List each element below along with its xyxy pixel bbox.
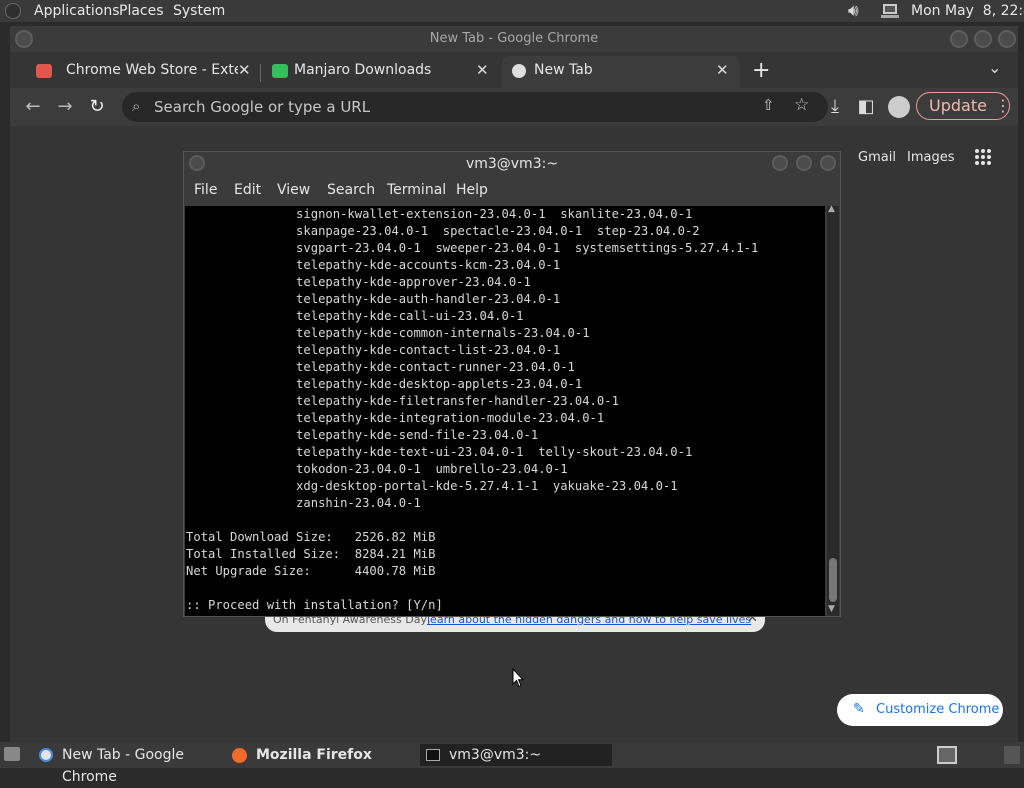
pencil-icon: ✎	[853, 701, 865, 717]
profile-avatar-icon[interactable]	[888, 96, 910, 118]
window-menu-icon[interactable]	[15, 30, 33, 48]
terminal-menubar: File Edit View Search Terminal Help	[184, 176, 840, 206]
tab-new-tab[interactable]: New Tab ✕	[502, 56, 740, 88]
omnibox[interactable]: ⌕ Search Google or type a URL ⇧ ☆	[122, 92, 828, 122]
close-tab-icon[interactable]: ✕	[716, 56, 729, 84]
reload-icon[interactable]: ↻	[84, 94, 110, 120]
images-link[interactable]: Images	[907, 150, 955, 165]
tab-strip: Chrome Web Store - Extensio ✕ Manjaro Do…	[10, 52, 1018, 88]
taskbar-item-firefox[interactable]: Mozilla Firefox	[226, 744, 416, 766]
window-menu-icon[interactable]	[189, 155, 205, 171]
more-menu-icon: ⋮	[995, 96, 1011, 115]
menu-system[interactable]: System	[173, 3, 225, 19]
share-icon[interactable]: ⇧	[762, 96, 775, 114]
menu-search[interactable]: Search	[327, 182, 375, 198]
tab-chrome-web-store[interactable]: Chrome Web Store - Extensio ✕	[20, 56, 258, 88]
menu-edit[interactable]: Edit	[234, 182, 261, 198]
clock[interactable]: Mon May 8, 22:46	[911, 3, 1024, 19]
manjaro-logo-icon[interactable]	[5, 3, 21, 19]
maximize-icon[interactable]	[974, 30, 992, 48]
terminal-text: signon-kwallet-extension-23.04.0-1 skanl…	[186, 207, 759, 612]
back-icon[interactable]: ←	[20, 94, 46, 120]
terminal-icon	[426, 749, 440, 761]
tab-label: New Tab	[534, 62, 593, 78]
terminal-output[interactable]: signon-kwallet-extension-23.04.0-1 skanl…	[185, 206, 825, 616]
tab-label: Manjaro Downloads	[294, 62, 432, 78]
mouse-cursor-icon	[512, 667, 525, 692]
close-window-icon[interactable]	[998, 30, 1016, 48]
chrome-web-store-icon	[36, 64, 52, 78]
workspace-switcher-icon[interactable]	[937, 746, 957, 764]
terminal-title: vm3@vm3:~	[465, 156, 559, 172]
tab-label: Chrome Web Store - Extensio	[66, 62, 238, 78]
trash-icon[interactable]	[1004, 746, 1020, 764]
minimize-icon[interactable]	[950, 30, 968, 48]
customize-chrome-button[interactable]: ✎ Customize Chrome	[837, 694, 1003, 726]
chrome-window-titlebar[interactable]: New Tab - Google Chrome	[10, 26, 1018, 52]
taskbar-label: New Tab - Google Chrome	[62, 747, 185, 785]
scrollbar-thumb[interactable]	[829, 558, 837, 602]
omnibox-placeholder: Search Google or type a URL	[154, 98, 371, 116]
show-desktop-icon[interactable]	[4, 747, 20, 761]
terminal-titlebar[interactable]: vm3@vm3:~	[184, 152, 840, 176]
maximize-icon[interactable]	[796, 155, 812, 171]
chrome-icon	[39, 748, 53, 762]
minimize-icon[interactable]	[772, 155, 788, 171]
network-icon[interactable]	[880, 2, 900, 20]
manjaro-icon	[272, 64, 288, 78]
menu-applications[interactable]: Applications	[34, 3, 120, 19]
taskbar-label: vm3@vm3:~	[449, 747, 542, 763]
tab-manjaro-downloads[interactable]: Manjaro Downloads ✕	[260, 56, 498, 88]
apps-grid-icon[interactable]	[974, 148, 992, 166]
taskbar: New Tab - Google Chrome Mozilla Firefox …	[0, 742, 1024, 785]
top-panel: Applications Places System 🔊︎ Mon May 8,…	[0, 0, 1024, 22]
new-tab-button[interactable]: +	[752, 58, 770, 83]
taskbar-item-terminal[interactable]: vm3@vm3:~	[420, 744, 612, 766]
search-icon: ⌕	[132, 97, 141, 115]
close-tab-icon[interactable]: ✕	[476, 56, 489, 84]
firefox-icon	[232, 748, 247, 763]
menu-places[interactable]: Places	[119, 3, 164, 19]
chrome-icon	[512, 64, 526, 78]
taskbar-label: Mozilla Firefox	[256, 747, 372, 763]
update-label: Update	[929, 96, 987, 115]
desktop-edge	[0, 126, 10, 742]
scroll-down-icon[interactable]: ▼	[828, 604, 835, 614]
menu-help[interactable]: Help	[456, 182, 488, 198]
side-panel-icon[interactable]: ◧	[853, 94, 879, 120]
close-window-icon[interactable]	[820, 155, 836, 171]
downloads-icon[interactable]: ⤓	[822, 94, 848, 120]
menu-file[interactable]: File	[194, 182, 217, 198]
forward-icon[interactable]: →	[52, 94, 78, 120]
scroll-up-icon[interactable]: ▲	[828, 204, 835, 214]
chrome-toolbar: ← → ↻ ⌕ Search Google or type a URL ⇧ ☆ …	[10, 88, 1018, 126]
terminal-window[interactable]: vm3@vm3:~ File Edit View Search Terminal…	[183, 151, 841, 617]
terminal-scrollbar[interactable]: ▲ ▼	[827, 204, 839, 616]
update-button[interactable]: Update ⋮	[916, 92, 1011, 120]
taskbar-item-chrome[interactable]: New Tab - Google Chrome	[34, 744, 222, 785]
close-tab-icon[interactable]: ✕	[238, 56, 251, 84]
menu-view[interactable]: View	[277, 182, 310, 198]
volume-icon[interactable]: 🔊︎	[848, 1, 859, 21]
menu-terminal[interactable]: Terminal	[387, 182, 446, 198]
customize-label: Customize Chrome	[876, 702, 1000, 717]
chrome-window-title: New Tab - Google Chrome	[429, 31, 599, 46]
bookmark-star-icon[interactable]: ☆	[794, 95, 809, 115]
gmail-link[interactable]: Gmail	[858, 150, 896, 165]
tab-search-chevron-icon[interactable]: ⌄	[988, 58, 1001, 77]
